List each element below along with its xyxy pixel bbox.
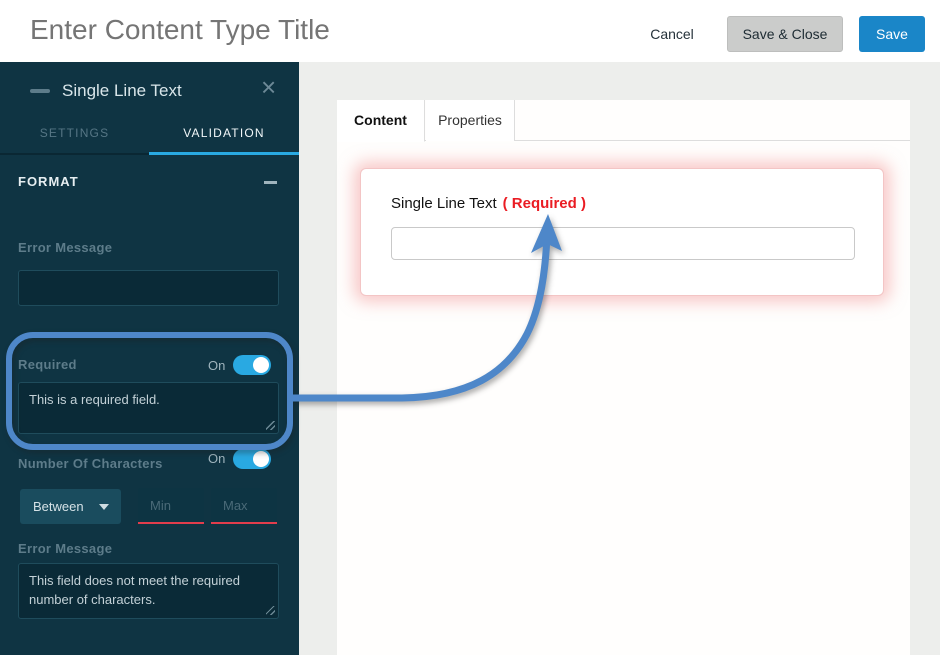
min-chars-input[interactable]: [138, 488, 204, 524]
required-message-textarea[interactable]: This is a required field.: [18, 382, 279, 434]
save-button[interactable]: Save: [859, 16, 925, 52]
required-field-card: Single Line Text ( Required ): [360, 168, 884, 296]
tab-settings[interactable]: SETTINGS: [0, 112, 149, 155]
num-chars-toggle[interactable]: [233, 449, 271, 469]
collapse-minus-icon[interactable]: [264, 181, 277, 184]
toggle-knob-icon: [253, 451, 269, 467]
format-section-header: FORMAT: [18, 174, 79, 189]
content-type-editor: Cancel Save & Close Save Content Propert…: [0, 0, 940, 655]
format-error-message-label: Error Message: [18, 240, 113, 255]
single-line-text-input[interactable]: [391, 227, 855, 260]
main-content-area: Content Properties Single Line Text ( Req…: [299, 62, 940, 655]
form-preview-panel: Content Properties Single Line Text ( Req…: [337, 100, 910, 655]
max-chars-input[interactable]: [211, 488, 277, 524]
save-and-close-button[interactable]: Save & Close: [727, 16, 843, 52]
close-icon[interactable]: ×: [261, 74, 276, 100]
content-type-title-input[interactable]: [30, 14, 590, 46]
tab-validation[interactable]: VALIDATION: [149, 112, 299, 155]
field-settings-panel: Single Line Text × SETTINGS VALIDATION F…: [0, 62, 299, 655]
chars-error-message-label: Error Message: [18, 541, 113, 556]
cancel-button[interactable]: Cancel: [641, 20, 703, 48]
required-toggle[interactable]: [233, 355, 271, 375]
top-header: Cancel Save & Close Save: [0, 0, 940, 62]
num-chars-label: Number Of Characters: [18, 456, 163, 471]
required-note: ( Required ): [502, 195, 586, 212]
panel-title: Single Line Text: [62, 81, 182, 100]
format-error-message-textarea[interactable]: [18, 270, 279, 306]
comparison-dropdown-value: Between: [33, 499, 84, 514]
toggle-knob-icon: [253, 357, 269, 373]
panel-tab-bar: SETTINGS VALIDATION: [0, 112, 299, 155]
chevron-down-icon: [99, 504, 109, 510]
tab-properties[interactable]: Properties: [426, 100, 515, 141]
required-label: Required: [18, 357, 77, 372]
drag-handle-icon[interactable]: [30, 89, 50, 93]
chars-error-message-textarea[interactable]: This field does not meet the required nu…: [18, 563, 279, 619]
preview-tab-bar: Content Properties: [337, 100, 910, 142]
field-label: Single Line Text ( Required ): [391, 195, 586, 212]
required-on-label: On: [208, 358, 226, 373]
field-label-text: Single Line Text: [391, 195, 497, 212]
tab-content[interactable]: Content: [337, 100, 425, 142]
num-chars-on-label: On: [208, 451, 226, 466]
comparison-dropdown[interactable]: Between: [20, 489, 121, 524]
